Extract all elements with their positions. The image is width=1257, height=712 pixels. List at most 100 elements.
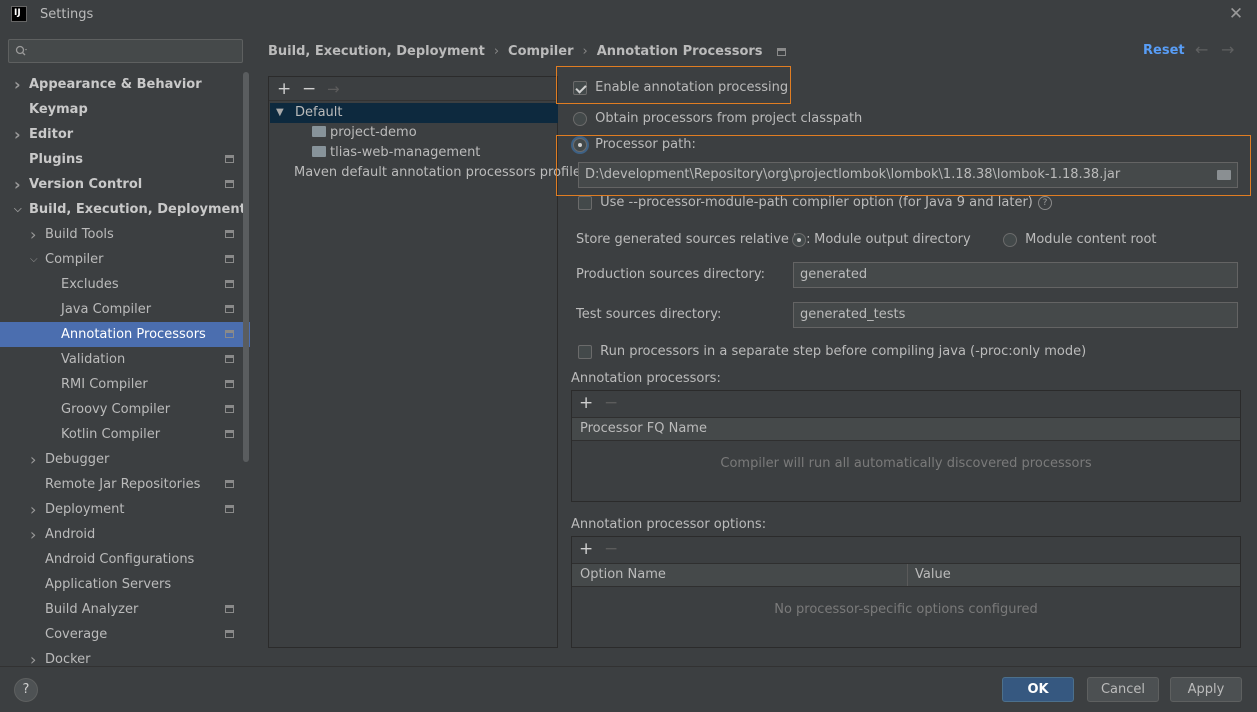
sidebar-item[interactable]: Validation <box>0 347 250 372</box>
sidebar-item-label: Build, Execution, Deployment <box>29 202 246 217</box>
settings-sidebar: › Appearance & Behavior Keymap › Editor Plugi… <box>0 70 250 666</box>
processor-path-field[interactable]: D:\development\Repository\org\projectlom… <box>578 162 1238 188</box>
sidebar-item-label: Application Servers <box>45 577 172 592</box>
breadcrumb-separator: › <box>493 44 500 59</box>
sidebar-item[interactable]: Keymap <box>0 97 250 122</box>
reset-link[interactable]: Reset <box>1143 43 1185 58</box>
sidebar-item-label: Validation <box>61 352 126 367</box>
sidebar-item[interactable]: › Docker <box>0 647 250 666</box>
checkbox-checked-icon <box>573 80 587 95</box>
annotation-processors-table: + − Processor FQ Name Compiler will run … <box>571 390 1241 502</box>
processor-path-radio[interactable]: Processor path: <box>573 137 696 153</box>
close-icon[interactable]: ✕ <box>1226 3 1246 25</box>
search-input[interactable] <box>8 39 243 63</box>
processors-toolbar: + − <box>572 391 1240 415</box>
sidebar-item[interactable]: Excludes <box>0 272 250 297</box>
obtain-from-classpath-radio[interactable]: Obtain processors from project classpath <box>573 111 862 127</box>
sidebar-item-label: Android Configurations <box>45 552 195 567</box>
chevron-down-icon[interactable]: ⌵ <box>14 197 26 222</box>
sidebar-item[interactable]: › Version Control <box>0 172 250 197</box>
obtain-from-classpath-label: Obtain processors from project classpath <box>595 111 863 126</box>
use-module-path-checkbox[interactable]: Use --processor-module-path compiler opt… <box>578 195 1053 211</box>
sidebar-item-label: Version Control <box>29 177 143 192</box>
enable-annotation-processing-checkbox[interactable]: Enable annotation processing <box>573 80 788 96</box>
add-profile-button[interactable]: + <box>277 78 291 100</box>
sidebar-item[interactable]: Build Analyzer <box>0 597 250 622</box>
title-bar <box>0 0 1257 30</box>
remove-option-button[interactable]: − <box>604 538 618 560</box>
add-option-button[interactable]: + <box>579 538 593 560</box>
chevron-right-icon[interactable]: › <box>30 222 42 247</box>
sidebar-item-label: Docker <box>45 652 91 666</box>
options-table-header: Option Name Value <box>572 563 1240 587</box>
module-folder-icon <box>312 146 326 157</box>
sidebar-item[interactable]: Coverage <box>0 622 250 647</box>
test-sources-value: generated_tests <box>800 307 906 322</box>
sidebar-item-label: Deployment <box>45 502 125 517</box>
help-button[interactable]: ? <box>14 678 38 702</box>
column-header-value[interactable]: Value <box>915 564 951 586</box>
forward-arrow-icon[interactable]: → <box>1221 40 1234 59</box>
ok-button[interactable]: OK <box>1002 677 1074 702</box>
module-content-root-radio[interactable]: Module content root <box>1003 232 1157 248</box>
project-settings-icon <box>225 605 234 613</box>
sidebar-item[interactable]: ⌵ Build, Execution, Deployment <box>0 197 250 222</box>
sidebar-scrollbar[interactable] <box>243 72 249 462</box>
sidebar-item[interactable]: Java Compiler <box>0 297 250 322</box>
column-header-processor-fq-name[interactable]: Processor FQ Name <box>580 418 707 440</box>
project-settings-icon <box>225 255 234 263</box>
sidebar-item[interactable]: Plugins <box>0 147 250 172</box>
sidebar-item[interactable]: Kotlin Compiler <box>0 422 250 447</box>
sidebar-item[interactable]: › Deployment <box>0 497 250 522</box>
chevron-right-icon[interactable]: › <box>30 647 42 666</box>
chevron-right-icon[interactable]: › <box>30 522 42 547</box>
add-processor-button[interactable]: + <box>579 392 593 414</box>
chevron-right-icon[interactable]: › <box>14 172 26 197</box>
back-arrow-icon[interactable]: ← <box>1195 40 1208 59</box>
project-settings-icon <box>225 180 234 188</box>
browse-folder-icon[interactable] <box>1217 170 1231 180</box>
use-module-path-label: Use --processor-module-path compiler opt… <box>600 195 1033 210</box>
sidebar-item[interactable]: › Android <box>0 522 250 547</box>
sidebar-item[interactable]: Groovy Compiler <box>0 397 250 422</box>
remove-processor-button[interactable]: − <box>604 392 618 414</box>
remove-profile-button[interactable]: − <box>302 78 316 100</box>
column-header-option-name[interactable]: Option Name <box>580 564 666 586</box>
profile-label: Default <box>295 105 343 120</box>
profile-label: Maven default annotation processors prof… <box>294 165 581 180</box>
chevron-down-icon[interactable]: ⌵ <box>30 247 42 272</box>
profiles-toolbar: + − → <box>269 77 557 101</box>
profile-default[interactable]: ▼ Default <box>270 103 558 123</box>
chevron-right-icon[interactable]: › <box>14 122 26 147</box>
profile-maven-default[interactable]: Maven default annotation processors prof… <box>294 163 581 183</box>
run-separate-step-checkbox[interactable]: Run processors in a separate step before… <box>578 344 1086 360</box>
test-sources-field[interactable]: generated_tests <box>793 302 1238 328</box>
sidebar-item[interactable]: › Debugger <box>0 447 250 472</box>
sidebar-item[interactable]: › Appearance & Behavior <box>0 72 250 97</box>
chevron-right-icon[interactable]: › <box>30 497 42 522</box>
breadcrumb-item-build[interactable]: Build, Execution, Deployment <box>268 43 485 61</box>
chevron-right-icon[interactable]: › <box>30 447 42 472</box>
sidebar-item[interactable]: RMI Compiler <box>0 372 250 397</box>
help-icon[interactable]: ? <box>1038 195 1053 210</box>
production-sources-label: Production sources directory: <box>576 267 765 282</box>
module-folder-icon <box>312 126 326 137</box>
sidebar-item[interactable]: Android Configurations <box>0 547 250 572</box>
production-sources-field[interactable]: generated <box>793 262 1238 288</box>
sidebar-item[interactable]: › Build Tools <box>0 222 250 247</box>
sidebar-item[interactable]: ⌵ Compiler <box>0 247 250 272</box>
breadcrumb-item-compiler[interactable]: Compiler <box>508 43 573 61</box>
sidebar-item[interactable]: Annotation Processors <box>0 322 250 347</box>
run-separate-step-label: Run processors in a separate step before… <box>600 344 1087 359</box>
module-output-directory-radio[interactable]: Module output directory <box>792 232 971 248</box>
sidebar-item-label: Keymap <box>29 102 88 117</box>
sidebar-item[interactable]: › Editor <box>0 122 250 147</box>
sidebar-item[interactable]: Application Servers <box>0 572 250 597</box>
module-tlias-web-management[interactable]: tlias-web-management <box>312 143 480 163</box>
move-to-profile-button[interactable]: → <box>327 78 340 100</box>
apply-button[interactable]: Apply <box>1170 677 1242 702</box>
cancel-button[interactable]: Cancel <box>1087 677 1159 702</box>
module-project-demo[interactable]: project-demo <box>312 123 417 143</box>
chevron-right-icon[interactable]: › <box>14 72 26 97</box>
sidebar-item[interactable]: Remote Jar Repositories <box>0 472 250 497</box>
